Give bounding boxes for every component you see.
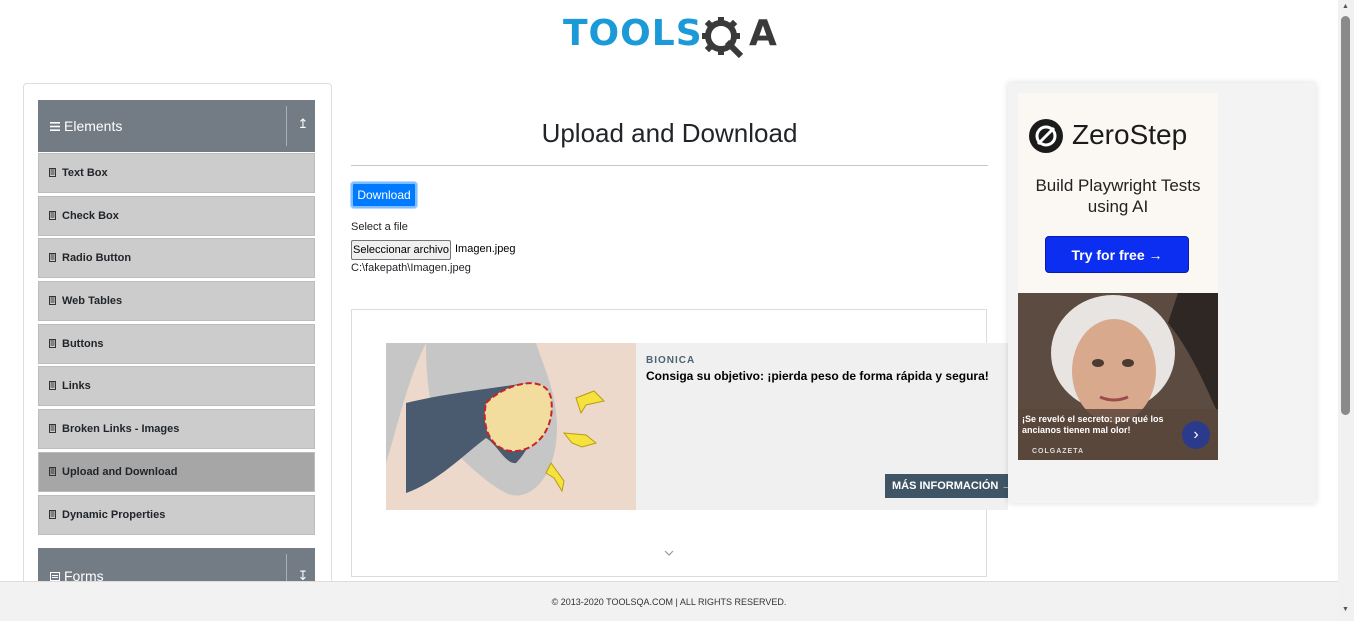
file-icon [49, 168, 56, 177]
zerostep-ad[interactable]: ZeroStep Build Playwright Tests using AI… [1018, 93, 1218, 293]
footer: © 2013-2020 TOOLSQA.COM | ALL RIGHTS RES… [0, 581, 1338, 621]
sidebar-item-broken-links[interactable]: Broken Links - Images [38, 409, 315, 450]
file-icon [49, 210, 56, 220]
page-scrollbar[interactable]: ▲ ▼ [1338, 0, 1354, 621]
file-icon [49, 381, 56, 391]
right-ad: ZeroStep Build Playwright Tests using AI… [1008, 83, 1316, 503]
more-info-button[interactable]: MÁS INFORMACIÓN → [885, 474, 1015, 498]
download-button[interactable]: Download [351, 182, 417, 208]
page-title: Upload and Download [541, 118, 798, 148]
ad-brand: BIONICA [646, 355, 696, 366]
sidebar-item-check-box[interactable]: Check Box [38, 195, 315, 236]
sidebar-item-links[interactable]: Links [38, 366, 315, 407]
chevron-right-icon[interactable]: › [1182, 421, 1210, 449]
gear-q-icon [702, 17, 744, 59]
sidebar-item-label: Broken Links - Images [62, 423, 180, 436]
sidebar-item-web-tables[interactable]: Web Tables [38, 281, 315, 322]
sidebar-item-text-box[interactable]: Text Box [38, 153, 315, 193]
footer-copyright: © 2013-2020 TOOLSQA.COM | ALL RIGHTS RES… [551, 597, 787, 607]
file-icon [49, 466, 56, 476]
group-header-elements[interactable]: Elements ↥ [38, 100, 315, 152]
sidebar-item-label: Dynamic Properties [62, 508, 166, 521]
sidebar-item-label: Upload and Download [62, 465, 178, 478]
choose-file-button[interactable]: Seleccionar archivo [351, 240, 451, 260]
logo-a-text: A [749, 13, 777, 54]
try-for-free-button[interactable]: Try for free → [1045, 236, 1189, 273]
file-icon [49, 424, 56, 434]
ad-subtitle: Build Playwright Tests using AI [1035, 176, 1201, 216]
scroll-down-icon[interactable]: ▼ [1342, 606, 1349, 613]
file-icon [49, 338, 56, 348]
sidebar-item-dynamic-properties[interactable]: Dynamic Properties [38, 494, 315, 535]
ad-headline[interactable]: Consiga su objetivo: ¡pierda peso de for… [646, 369, 989, 383]
file-icon [49, 253, 56, 263]
sidebar-item-label: Text Box [62, 167, 108, 179]
sidebar-item-label: Web Tables [62, 295, 123, 308]
collapse-arrow-icon[interactable]: ↥ [296, 116, 310, 136]
ad-image[interactable] [386, 343, 636, 510]
sidebar-item-radio-button[interactable]: Radio Button [38, 238, 315, 279]
chosen-file-name: Imagen.jpeg [455, 243, 516, 255]
sidebar-item-label: Links [62, 380, 91, 393]
left-panel: Elements ↥ Text Box Check Box Radio Butt… [23, 83, 332, 605]
chevron-down-icon[interactable] [663, 548, 675, 558]
sidebar-item-label: Radio Button [62, 252, 132, 265]
scroll-up-icon[interactable]: ▲ [1342, 3, 1349, 10]
ad-caption: ¡Se reveló el secreto: por qué los ancia… [1022, 414, 1164, 435]
element-list: Text Box Check Box Radio Button Web Tabl… [38, 153, 315, 537]
logo-tools-text: TOOLS [563, 13, 703, 54]
ad-text-panel[interactable]: BIONICA Consiga su objetivo: ¡pierda pes… [636, 343, 1015, 510]
group-title: Elements [64, 118, 123, 134]
file-icon [49, 296, 56, 306]
select-file-label: Select a file [351, 221, 408, 233]
sidebar-item-upload-download[interactable]: Upload and Download [38, 451, 315, 492]
divider [351, 165, 988, 166]
file-icon [49, 509, 56, 519]
zerostep-logo-icon [1029, 119, 1063, 153]
form-icon [50, 572, 60, 581]
colgazeta-ad[interactable]: ¡Se reveló el secreto: por qué los ancia… [1018, 293, 1218, 460]
scroll-thumb[interactable] [1341, 16, 1350, 415]
uploaded-file-path: C:\fakepath\Imagen.jpeg [351, 262, 471, 274]
ad-brand-name: ZeroStep [1072, 119, 1188, 150]
sidebar-item-buttons[interactable]: Buttons [38, 323, 315, 364]
divider [286, 106, 287, 146]
ad-caption-brand: COLGAZETA [1032, 448, 1085, 455]
toolsqa-logo[interactable]: TOOLS A [563, 12, 779, 60]
ad-illustration [386, 343, 636, 510]
sidebar-item-label: Buttons [62, 337, 104, 350]
menu-icon [50, 122, 60, 131]
sidebar-item-label: Check Box [62, 209, 119, 222]
ad-caption-bar[interactable]: ¡Se reveló el secreto: por qué los ancia… [1018, 409, 1218, 460]
